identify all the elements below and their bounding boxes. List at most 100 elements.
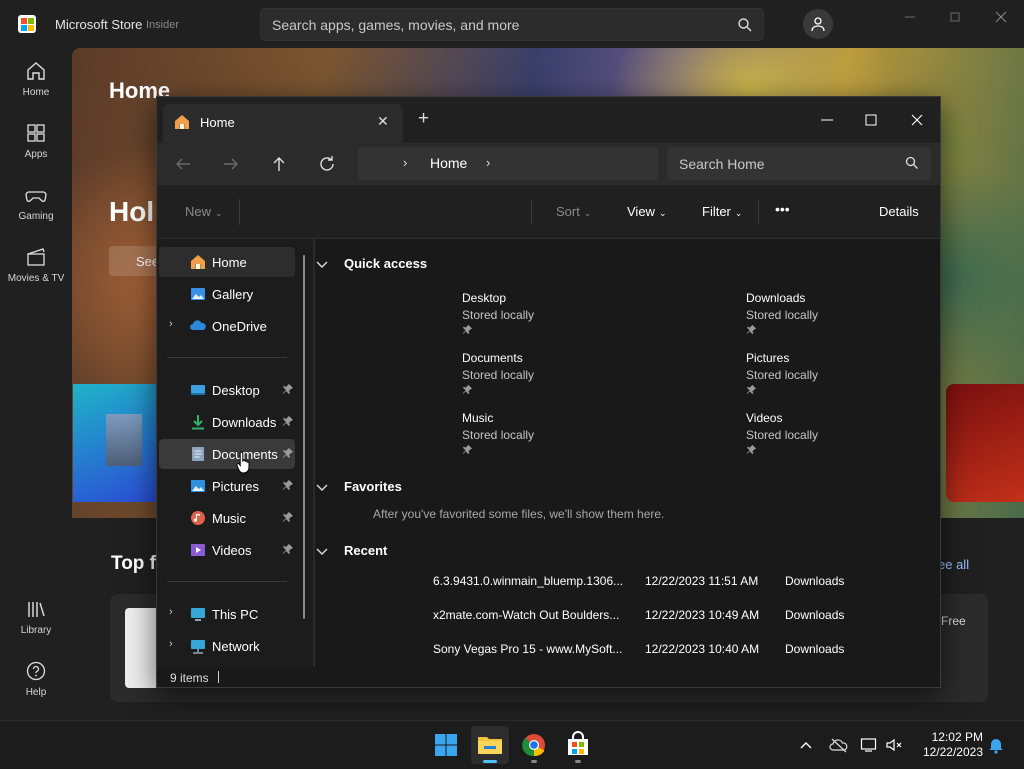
quick-access-sub: Stored locally (462, 308, 535, 322)
search-icon[interactable] (737, 17, 753, 33)
videos-icon (191, 544, 205, 556)
chevron-right-icon[interactable]: › (169, 638, 173, 650)
back-arrow-icon[interactable] (171, 152, 195, 176)
onedrive-icon (190, 320, 206, 330)
new-tab-button[interactable]: + (418, 109, 429, 128)
chrome-icon (522, 734, 545, 757)
start-button[interactable] (427, 726, 465, 764)
show-hidden-icons-icon[interactable] (798, 737, 814, 753)
new-button[interactable]: New ⌄ (185, 204, 223, 219)
running-indicator (531, 760, 537, 763)
sidebar-item-this-pc[interactable]: › This PC (159, 599, 295, 629)
volume-muted-icon[interactable] (885, 737, 903, 753)
explorer-search-box[interactable]: Search Home (667, 147, 931, 180)
nav-apps[interactable]: Apps (0, 122, 72, 160)
nav-home[interactable]: Home (0, 60, 72, 98)
forward-arrow-icon[interactable] (219, 152, 243, 176)
details-button[interactable]: Details (879, 204, 919, 219)
breadcrumb-chevron-icon[interactable]: › (486, 155, 490, 170)
taskbar-chrome[interactable] (515, 726, 553, 764)
minimize-icon[interactable] (807, 105, 847, 135)
store-featured-tile-right[interactable] (946, 384, 1024, 502)
sidebar-item-label: Desktop (212, 383, 260, 398)
recent-header[interactable]: Recent (316, 543, 388, 558)
quick-access-item-downloads[interactable]: Downloads Stored locally (746, 291, 940, 335)
pin-icon[interactable] (282, 383, 294, 395)
system-clock[interactable]: 12:02 PM 12/22/2023 (913, 730, 983, 760)
close-tab-icon[interactable]: ✕ (377, 113, 389, 130)
home-icon (27, 62, 45, 80)
pin-icon (746, 444, 757, 455)
sidebar-item-videos[interactable]: Videos (159, 535, 295, 565)
refresh-icon[interactable] (315, 152, 339, 176)
sidebar-item-gallery[interactable]: Gallery (159, 279, 295, 309)
network-status-icon[interactable] (860, 737, 878, 753)
store-see-all-link[interactable]: ee all (938, 557, 969, 572)
sidebar-item-onedrive[interactable]: › OneDrive (159, 311, 295, 341)
maximize-icon[interactable] (851, 105, 891, 135)
chevron-down-icon[interactable] (315, 480, 329, 494)
sidebar-scrollbar[interactable] (303, 255, 305, 619)
gaming-icon (25, 191, 47, 202)
quick-access-header[interactable]: Quick access (316, 256, 428, 271)
file-explorer-icon (478, 737, 502, 754)
breadcrumb-home[interactable]: Home (430, 155, 467, 171)
onedrive-offline-icon[interactable] (829, 737, 849, 753)
chevron-right-icon[interactable]: › (169, 318, 173, 330)
favorites-empty-message: After you've favorited some files, we'll… (373, 507, 665, 521)
pin-icon[interactable] (282, 415, 294, 427)
quick-access-item-videos[interactable]: Videos Stored locally (746, 411, 940, 455)
favorites-header[interactable]: Favorites (316, 479, 402, 494)
chevron-down-icon[interactable] (315, 544, 329, 558)
address-field[interactable]: › Home › (358, 147, 658, 180)
recent-file-location: Downloads (785, 574, 845, 588)
sidebar-item-downloads[interactable]: Downloads (159, 407, 295, 437)
sort-button[interactable]: Sort ⌄ (556, 204, 591, 219)
store-insider-badge: Insider (146, 19, 180, 31)
sidebar-item-music[interactable]: Music (159, 503, 295, 533)
sidebar-item-network[interactable]: › Network (159, 631, 295, 661)
pin-icon[interactable] (282, 511, 294, 523)
nav-library[interactable]: Library (0, 598, 72, 636)
store-close-icon[interactable] (991, 10, 1011, 24)
quick-access-title: Quick access (344, 256, 428, 271)
quick-access-item-desktop[interactable]: Desktop Stored locally (462, 291, 682, 335)
quick-access-item-pictures[interactable]: Pictures Stored locally (746, 351, 940, 395)
view-button-label: View (627, 204, 655, 219)
nav-gaming[interactable]: Gaming (0, 184, 72, 222)
nav-movies-tv[interactable]: Movies & TV (0, 246, 72, 284)
filter-button[interactable]: Filter ⌄ (702, 204, 742, 219)
taskbar-store[interactable] (559, 726, 597, 764)
close-window-icon[interactable] (897, 105, 937, 135)
chevron-right-icon[interactable]: › (169, 606, 173, 618)
chevron-down-icon[interactable] (315, 257, 329, 271)
view-button[interactable]: View ⌄ (627, 204, 667, 219)
recent-file-row[interactable]: 6.3.9431.0.winmain_bluemp.1306... 12/22/… (315, 566, 935, 596)
pin-icon (462, 444, 473, 455)
explorer-tab-home[interactable]: Home ✕ (163, 104, 403, 143)
sidebar-item-pictures[interactable]: Pictures (159, 471, 295, 501)
recent-file-row[interactable]: Sony Vegas Pro 15 - www.MySoft... 12/22/… (315, 634, 935, 664)
store-minimize-icon[interactable] (900, 10, 920, 24)
recent-title: Recent (344, 543, 388, 558)
store-search-box[interactable]: Search apps, games, movies, and more (260, 8, 764, 41)
store-restore-icon[interactable] (945, 10, 965, 24)
notification-bell-icon[interactable] (988, 736, 1004, 754)
sidebar-item-home[interactable]: Home (159, 247, 295, 277)
store-app-card-icon[interactable] (125, 608, 159, 688)
sidebar-item-desktop[interactable]: Desktop (159, 375, 295, 405)
more-options-button[interactable]: ••• (775, 201, 790, 217)
sidebar-item-documents[interactable]: Documents (159, 439, 295, 469)
taskbar-file-explorer[interactable] (471, 726, 509, 764)
quick-access-item-music[interactable]: Music Stored locally (462, 411, 682, 455)
quick-access-item-documents[interactable]: Documents Stored locally (462, 351, 682, 395)
pin-icon[interactable] (282, 543, 294, 555)
account-avatar[interactable] (803, 9, 833, 39)
up-arrow-icon[interactable] (267, 152, 291, 176)
recent-file-row[interactable]: x2mate.com-Watch Out Boulders... 12/22/2… (315, 600, 935, 630)
pin-icon[interactable] (282, 479, 294, 491)
pin-icon[interactable] (282, 447, 294, 459)
nav-help[interactable]: Help (0, 660, 72, 698)
breadcrumb-chevron-icon[interactable]: › (403, 155, 407, 170)
sidebar-item-label: Pictures (212, 479, 259, 494)
